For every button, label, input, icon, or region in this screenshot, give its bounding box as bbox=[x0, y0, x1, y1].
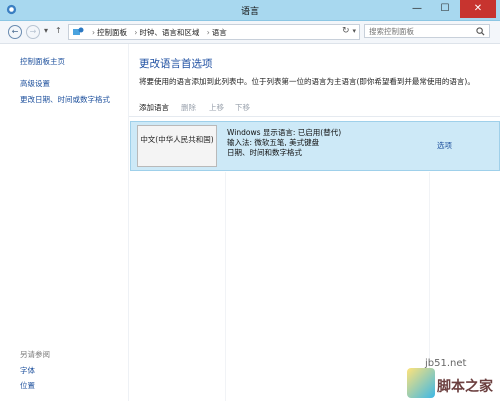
recent-locations-button[interactable]: ▾ bbox=[44, 26, 48, 35]
page-description: 将要使用的语言添加到此列表中。位于列表第一位的语言为主语言(即你希望看到并最常使… bbox=[139, 77, 475, 86]
navigation-bar: ← → ▾ ↑ › 控制面板 › 时钟、语言和区域 › 语言 ▾ ↻ bbox=[0, 21, 500, 44]
title-bar: 语言 — ☐ ✕ bbox=[0, 0, 500, 21]
move-up-button[interactable]: 上移 bbox=[209, 102, 224, 113]
watermark-logo-icon bbox=[407, 368, 435, 398]
sidebar-item-fonts[interactable]: 字体 bbox=[20, 365, 35, 376]
language-list-item[interactable]: 中文(中华人民共和国) Windows 显示语言: 已启用(替代) 输入法: 微… bbox=[130, 121, 500, 171]
breadcrumb-language[interactable]: 语言 bbox=[212, 28, 227, 37]
search-icon[interactable] bbox=[476, 27, 485, 36]
breadcrumb-separator: › bbox=[92, 28, 95, 37]
breadcrumb-separator: › bbox=[206, 28, 210, 37]
remove-button[interactable]: 删除 bbox=[181, 102, 196, 113]
back-button[interactable]: ← bbox=[8, 25, 22, 39]
minimize-button[interactable]: — bbox=[404, 0, 430, 18]
language-details: Windows 显示语言: 已启用(替代) 输入法: 微软五笔, 美式键盘 日期… bbox=[227, 128, 341, 158]
sidebar: 控制面板主页 高级设置 更改日期、时间或数字格式 另请参阅 字体 位置 bbox=[0, 44, 128, 401]
watermark: jb51.net 脚本之家 bbox=[395, 344, 500, 401]
language-name-tile[interactable]: 中文(中华人民共和国) bbox=[137, 125, 217, 167]
sidebar-item-change-date-time-format[interactable]: 更改日期、时间或数字格式 bbox=[20, 94, 110, 105]
display-language-status: Windows 显示语言: 已启用(替代) bbox=[227, 128, 342, 137]
breadcrumb: › 控制面板 › 时钟、语言和区域 › 语言 bbox=[89, 27, 229, 38]
control-panel-location-icon bbox=[73, 27, 84, 35]
address-bar[interactable]: › 控制面板 › 时钟、语言和区域 › 语言 ▾ bbox=[68, 24, 360, 40]
sidebar-item-location[interactable]: 位置 bbox=[20, 380, 35, 391]
maximize-button[interactable]: ☐ bbox=[432, 0, 458, 18]
breadcrumb-clock-language-region[interactable]: 时钟、语言和区域 bbox=[139, 28, 199, 37]
address-dropdown-icon[interactable]: ▾ bbox=[352, 27, 356, 35]
watermark-brand: 脚本之家 bbox=[437, 379, 493, 395]
search-input[interactable] bbox=[364, 24, 490, 38]
close-button[interactable]: ✕ bbox=[460, 0, 496, 18]
refresh-button[interactable]: ↻ bbox=[342, 26, 350, 36]
forward-button[interactable]: → bbox=[26, 25, 40, 39]
up-button[interactable]: ↑ bbox=[55, 26, 62, 35]
breadcrumb-control-panel[interactable]: 控制面板 bbox=[97, 28, 127, 37]
see-also-heading: 另请参阅 bbox=[20, 350, 50, 359]
date-time-number-format: 日期、时间和数字格式 bbox=[227, 148, 302, 157]
language-toolbar: 添加语言 删除 上移 下移 bbox=[129, 98, 500, 117]
sidebar-item-control-panel-home[interactable]: 控制面板主页 bbox=[20, 56, 65, 67]
add-language-button[interactable]: 添加语言 bbox=[139, 102, 169, 113]
page-title: 更改语言首选项 bbox=[139, 58, 213, 70]
watermark-url: jb51.net bbox=[425, 358, 467, 369]
move-down-button[interactable]: 下移 bbox=[235, 102, 250, 113]
breadcrumb-separator: › bbox=[134, 28, 138, 37]
sidebar-item-advanced-settings[interactable]: 高级设置 bbox=[20, 78, 50, 89]
input-method-list: 输入法: 微软五笔, 美式键盘 bbox=[227, 138, 320, 147]
column-divider bbox=[225, 172, 226, 401]
language-options-link[interactable]: 选项 bbox=[437, 140, 452, 151]
